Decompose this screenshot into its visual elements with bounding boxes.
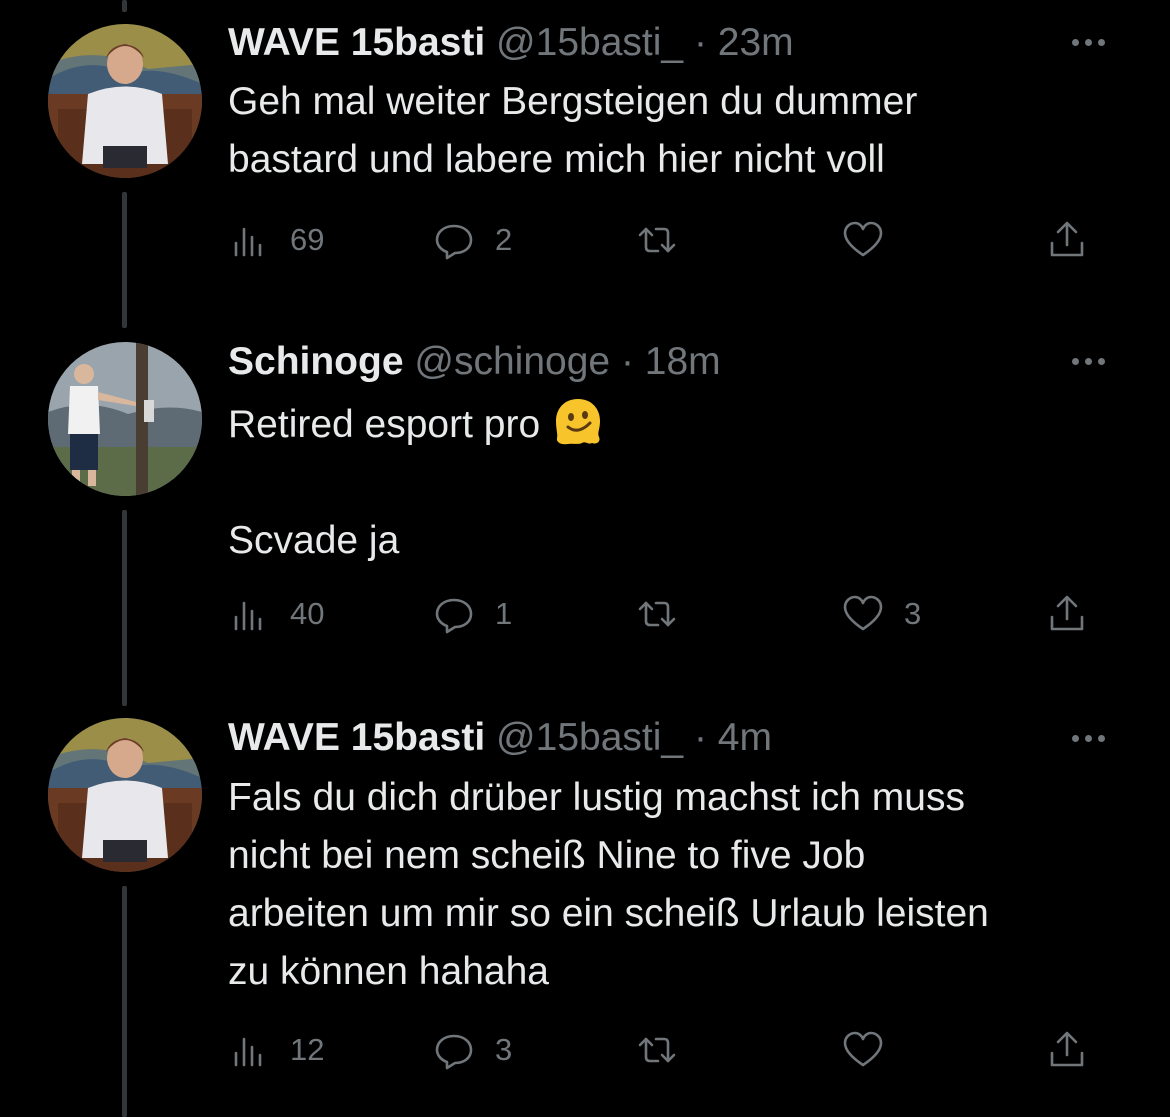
- retweet-icon: [638, 227, 676, 253]
- tweet-text-line: Retired esport pro: [228, 393, 1148, 454]
- reply-bubble-icon: [435, 1034, 473, 1070]
- more-dots-icon[interactable]: [1072, 728, 1118, 748]
- views-count: 69: [290, 222, 325, 257]
- tweet-header: Schinoge @schinoge · 18m: [228, 339, 721, 385]
- like-button[interactable]: [842, 218, 904, 262]
- like-count: 3: [904, 596, 922, 631]
- tweet-text-line: bastard und labere mich hier nicht voll: [228, 138, 885, 181]
- retweet-icon: [638, 1037, 676, 1063]
- tweet-text: Retired esport pro Scvade ja: [228, 393, 1148, 570]
- timestamp[interactable]: 18m: [645, 340, 721, 383]
- tweet-text-fragment: Retired esport pro: [228, 403, 541, 446]
- heart-icon: [843, 595, 883, 631]
- retweet-button[interactable]: [636, 592, 698, 636]
- avatar[interactable]: [48, 718, 202, 872]
- user-handle[interactable]: @15basti_: [496, 716, 683, 759]
- reply-button[interactable]: 2: [433, 218, 512, 262]
- more-dots-icon[interactable]: [1072, 32, 1118, 52]
- like-button[interactable]: 3: [842, 592, 921, 636]
- display-name[interactable]: WAVE 15basti: [228, 716, 485, 759]
- like-button[interactable]: [842, 1028, 904, 1072]
- reply-count: 2: [495, 222, 513, 257]
- views-chart-icon: [234, 227, 262, 257]
- display-name[interactable]: Schinoge: [228, 340, 404, 383]
- retweet-button[interactable]: [636, 218, 698, 262]
- tweet[interactable]: Schinoge @schinoge · 18m Retired esport …: [0, 320, 1170, 680]
- share-icon: [1050, 595, 1084, 631]
- views-chart-icon: [234, 601, 262, 631]
- reply-count: 3: [495, 1032, 513, 1067]
- display-name[interactable]: WAVE 15basti: [228, 21, 485, 64]
- views-button[interactable]: 40: [228, 592, 324, 636]
- share-button[interactable]: [1046, 218, 1088, 262]
- tweet[interactable]: WAVE 15basti @15basti_ · 4m Fals du dich…: [0, 696, 1170, 1117]
- tweet-text-line: Fals du dich drüber lustig machst ich mu…: [228, 776, 965, 819]
- avatar[interactable]: [48, 24, 202, 178]
- tweet-text-line: Scvade ja: [228, 519, 400, 562]
- action-bar: 12 3: [228, 1028, 1108, 1072]
- views-chart-icon: [234, 1037, 262, 1067]
- tweet-text: Geh mal weiter Bergsteigen du dummer bas…: [228, 73, 1148, 189]
- views-button[interactable]: 69: [228, 218, 324, 262]
- separator-dot: ·: [693, 21, 707, 64]
- tweet-header: WAVE 15basti @15basti_ · 23m: [228, 20, 794, 66]
- tweet-text-line: arbeiten um mir so ein scheiß Urlaub lei…: [228, 892, 989, 935]
- reply-bubble-icon: [435, 224, 473, 260]
- action-bar: 69 2: [228, 218, 1108, 262]
- reply-count: 1: [495, 596, 513, 631]
- tweet[interactable]: WAVE 15basti @15basti_ · 23m Geh mal wei…: [0, 0, 1170, 300]
- views-count: 12: [290, 1032, 325, 1067]
- retweet-icon: [638, 601, 676, 627]
- share-icon: [1050, 221, 1084, 257]
- action-bar: 40 1 3: [228, 592, 1108, 636]
- reply-bubble-icon: [435, 598, 473, 634]
- share-button[interactable]: [1046, 1028, 1088, 1072]
- share-icon: [1050, 1031, 1084, 1067]
- heart-icon: [843, 1031, 883, 1067]
- timestamp[interactable]: 4m: [718, 716, 772, 759]
- tweet-text-line: Geh mal weiter Bergsteigen du dummer: [228, 80, 918, 123]
- more-dots-icon[interactable]: [1072, 351, 1118, 371]
- tweet-text-line: nicht bei nem scheiß Nine to five Job: [228, 834, 866, 877]
- tweet-header: WAVE 15basti @15basti_ · 4m: [228, 715, 772, 761]
- separator-dot: ·: [620, 340, 634, 383]
- tweet-text: Fals du dich drüber lustig machst ich mu…: [228, 769, 1148, 1001]
- share-button[interactable]: [1046, 592, 1088, 636]
- avatar[interactable]: [48, 342, 202, 496]
- user-handle[interactable]: @schinoge: [414, 340, 610, 383]
- heart-icon: [843, 221, 883, 257]
- tweet-text-line: zu können hahaha: [228, 950, 549, 993]
- retweet-button[interactable]: [636, 1028, 698, 1072]
- reply-button[interactable]: 3: [433, 1028, 512, 1072]
- views-button[interactable]: 12: [228, 1028, 324, 1072]
- user-handle[interactable]: @15basti_: [496, 21, 683, 64]
- timestamp[interactable]: 23m: [718, 21, 794, 64]
- separator-dot: ·: [693, 716, 707, 759]
- views-count: 40: [290, 596, 325, 631]
- melting-face-emoji: [556, 399, 601, 445]
- reply-button[interactable]: 1: [433, 592, 512, 636]
